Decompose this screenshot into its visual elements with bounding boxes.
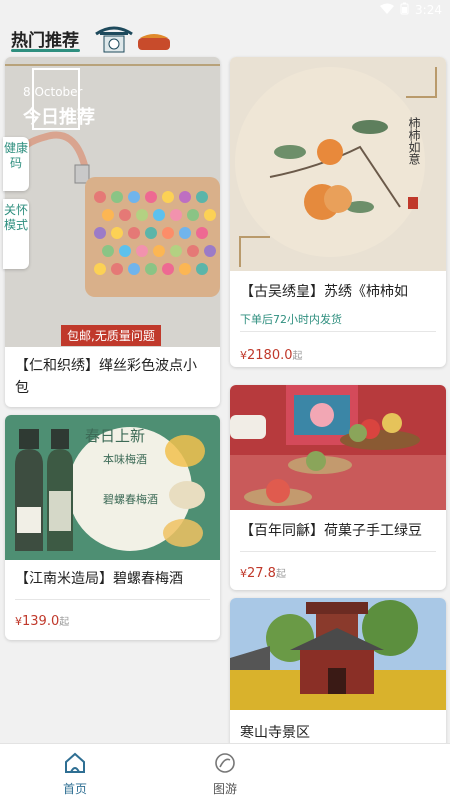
shipping-note: 下单后72小时内发货 xyxy=(240,313,342,326)
care-mode-tab[interactable]: 关怀模式 xyxy=(3,199,29,269)
divider xyxy=(240,551,436,552)
svg-text:柿柿如意: 柿柿如意 xyxy=(407,116,421,165)
attraction-card-temple[interactable]: 寒山寺景区 xyxy=(230,598,446,748)
page-title[interactable]: 热门推荐 xyxy=(11,26,79,51)
product-title: 【古吴绣皇】苏绣《柿柿如 xyxy=(240,284,408,300)
nav-tour-label: 图游 xyxy=(212,782,237,796)
price: ¥27.8起 xyxy=(240,565,286,581)
product-card-embroidery[interactable]: 柿柿如意 【古吴绣皇】苏绣《柿柿如 下单后72小时内发货 ¥2180.0起 xyxy=(230,57,446,367)
price-suffix: 起 xyxy=(292,351,303,362)
embroidery-image: 柿柿如意 xyxy=(230,57,446,271)
poster-item-1: 本味梅酒 xyxy=(103,453,147,466)
price: ¥139.0起 xyxy=(15,613,69,629)
nav-home-label: 首页 xyxy=(62,782,87,796)
product-card-pastry[interactable]: 【百年同龢】荷菓子手工绿豆 ¥27.8起 xyxy=(230,385,446,590)
divider xyxy=(240,331,436,332)
product-card-wine[interactable]: 春日上新 本味梅酒 碧螺春梅酒 【江南米造局】碧螺春梅酒 ¥139.0起 xyxy=(5,415,220,640)
attraction-title: 寒山寺景区 xyxy=(240,725,310,741)
price: ¥2180.0起 xyxy=(240,347,303,363)
price-symbol: ¥ xyxy=(240,567,247,580)
header-decoration xyxy=(94,22,174,54)
price-value: 2180.0 xyxy=(247,348,293,363)
promo-title: 今日推荐 xyxy=(23,107,95,128)
pastry-image xyxy=(230,385,446,510)
price-value: 139.0 xyxy=(22,614,60,629)
promo-date: 8 October xyxy=(23,85,83,99)
header: 热门推荐 xyxy=(0,10,450,54)
product-title: 【百年同龢】荷菓子手工绿豆 xyxy=(240,523,422,539)
nav-tour[interactable]: 图游 xyxy=(165,744,285,801)
product-card-bag[interactable]: 8 October 今日推荐 包邮,无质量问题 【仁和织绣】缂丝彩色波点小包 xyxy=(5,57,220,407)
price-symbol: ¥ xyxy=(240,349,247,362)
poster-item-2: 碧螺春梅酒 xyxy=(103,493,158,506)
map-icon xyxy=(214,752,236,774)
divider xyxy=(15,599,210,600)
product-title: 【江南米造局】碧螺春梅酒 xyxy=(15,571,183,587)
promo-badge: 包邮,无质量问题 xyxy=(61,325,161,346)
temple-image xyxy=(230,598,446,710)
price-suffix: 起 xyxy=(59,617,70,628)
title-underline xyxy=(11,49,80,52)
nav-home[interactable]: 首页 xyxy=(15,744,135,801)
poster-heading: 春日上新 xyxy=(85,427,146,445)
home-icon xyxy=(64,752,86,774)
price-symbol: ¥ xyxy=(15,615,22,628)
bag-image xyxy=(5,57,220,347)
health-code-tab[interactable]: 健康码 xyxy=(3,137,29,191)
product-title: 【仁和织绣】缂丝彩色波点小包 xyxy=(15,358,197,396)
price-value: 27.8 xyxy=(247,566,276,581)
bottom-nav: 首页 图游 xyxy=(0,743,450,801)
price-suffix: 起 xyxy=(275,569,286,580)
